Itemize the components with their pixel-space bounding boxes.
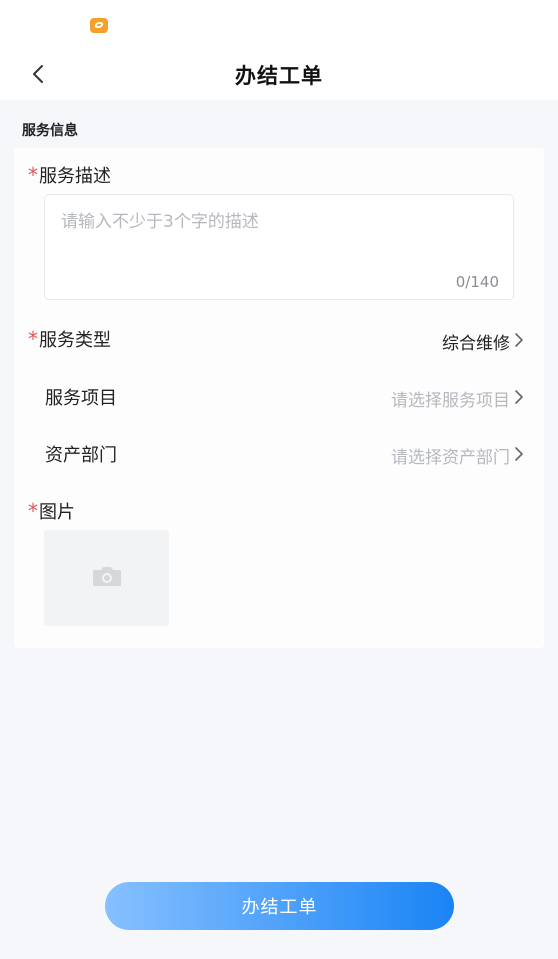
asset-dept-label: 资产部门 — [45, 445, 117, 466]
required-mark: * — [28, 499, 38, 523]
section-title: 服务信息 — [22, 123, 78, 139]
asset-dept-select[interactable]: 请选择资产部门 — [391, 443, 510, 468]
required-mark: * — [28, 163, 38, 187]
service-type-label: *服务类型 — [28, 326, 111, 352]
camera-icon — [91, 565, 123, 591]
service-item-label: 服务项目 — [45, 388, 117, 409]
photo-upload-button[interactable] — [44, 530, 169, 626]
chevron-right-icon — [510, 388, 528, 406]
description-label: *服务描述 — [28, 162, 111, 188]
description-label-text: 服务描述 — [39, 166, 111, 187]
required-mark: * — [28, 327, 38, 351]
photo-label: *图片 — [28, 498, 75, 524]
status-bar — [0, 0, 558, 48]
nav-bar: 办结工单 — [0, 48, 558, 100]
char-counter: 0/140 — [455, 273, 499, 291]
app-badge-icon — [90, 18, 108, 33]
description-placeholder: 请输入不少于3个字的描述 — [61, 212, 259, 232]
page-title: 办结工单 — [235, 64, 323, 88]
service-item-select[interactable]: 请选择服务项目 — [391, 386, 510, 411]
photo-label-text: 图片 — [39, 502, 75, 523]
description-textarea[interactable]: 请输入不少于3个字的描述 0/140 — [44, 194, 514, 300]
chevron-right-icon — [510, 331, 528, 349]
submit-button[interactable]: 办结工单 — [105, 882, 454, 930]
service-type-select[interactable]: 综合维修 — [442, 329, 510, 354]
service-type-label-text: 服务类型 — [39, 330, 111, 351]
chevron-right-icon — [510, 445, 528, 463]
